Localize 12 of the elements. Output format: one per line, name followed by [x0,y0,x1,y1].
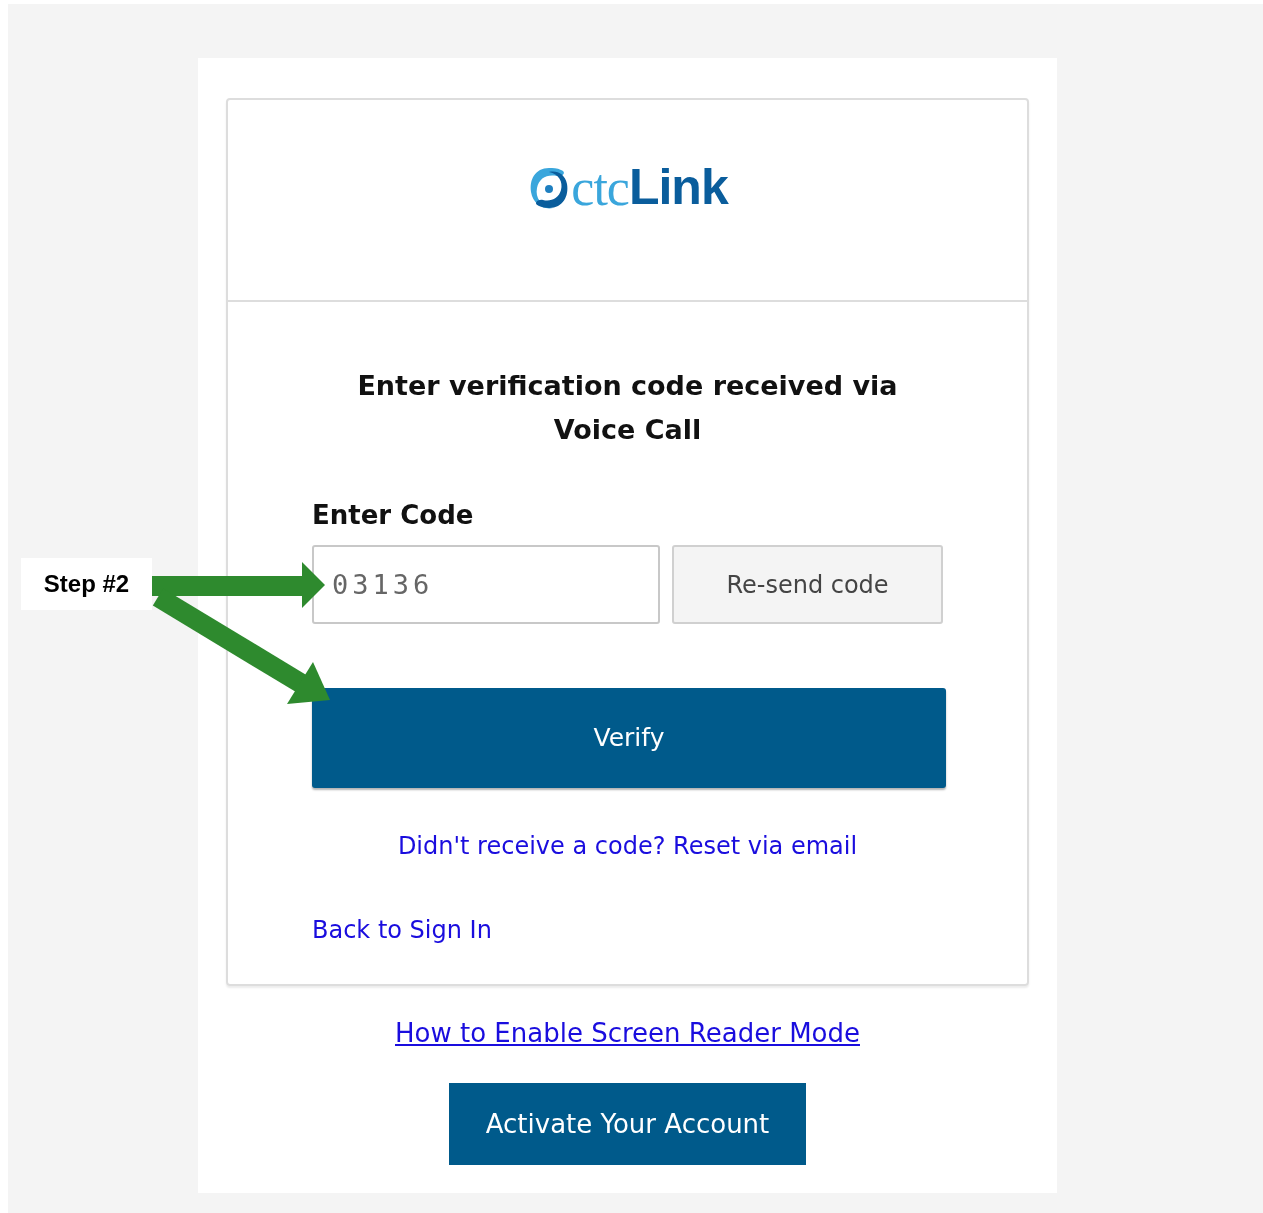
code-input-field[interactable]: 03136 [312,545,660,624]
resend-code-button[interactable]: Re-send code [672,545,943,624]
field-label: Enter Code [312,499,475,532]
logo-text: Link [628,158,728,217]
back-to-sign-in-link[interactable]: Back to Sign In [312,916,492,944]
activate-account-button[interactable]: Activate Your Account [449,1083,806,1165]
screen-reader-link[interactable]: How to Enable Screen Reader Mode [395,1018,860,1048]
logo-text: ctc [571,157,629,218]
form-heading: Enter verification code received via Voice Call [356,369,899,447]
step-label: Step #2 [21,558,152,610]
reset-via-email-link[interactable]: Didn't receive a code? Reset via email [397,832,858,860]
verify-button[interactable]: Verify [312,688,946,788]
